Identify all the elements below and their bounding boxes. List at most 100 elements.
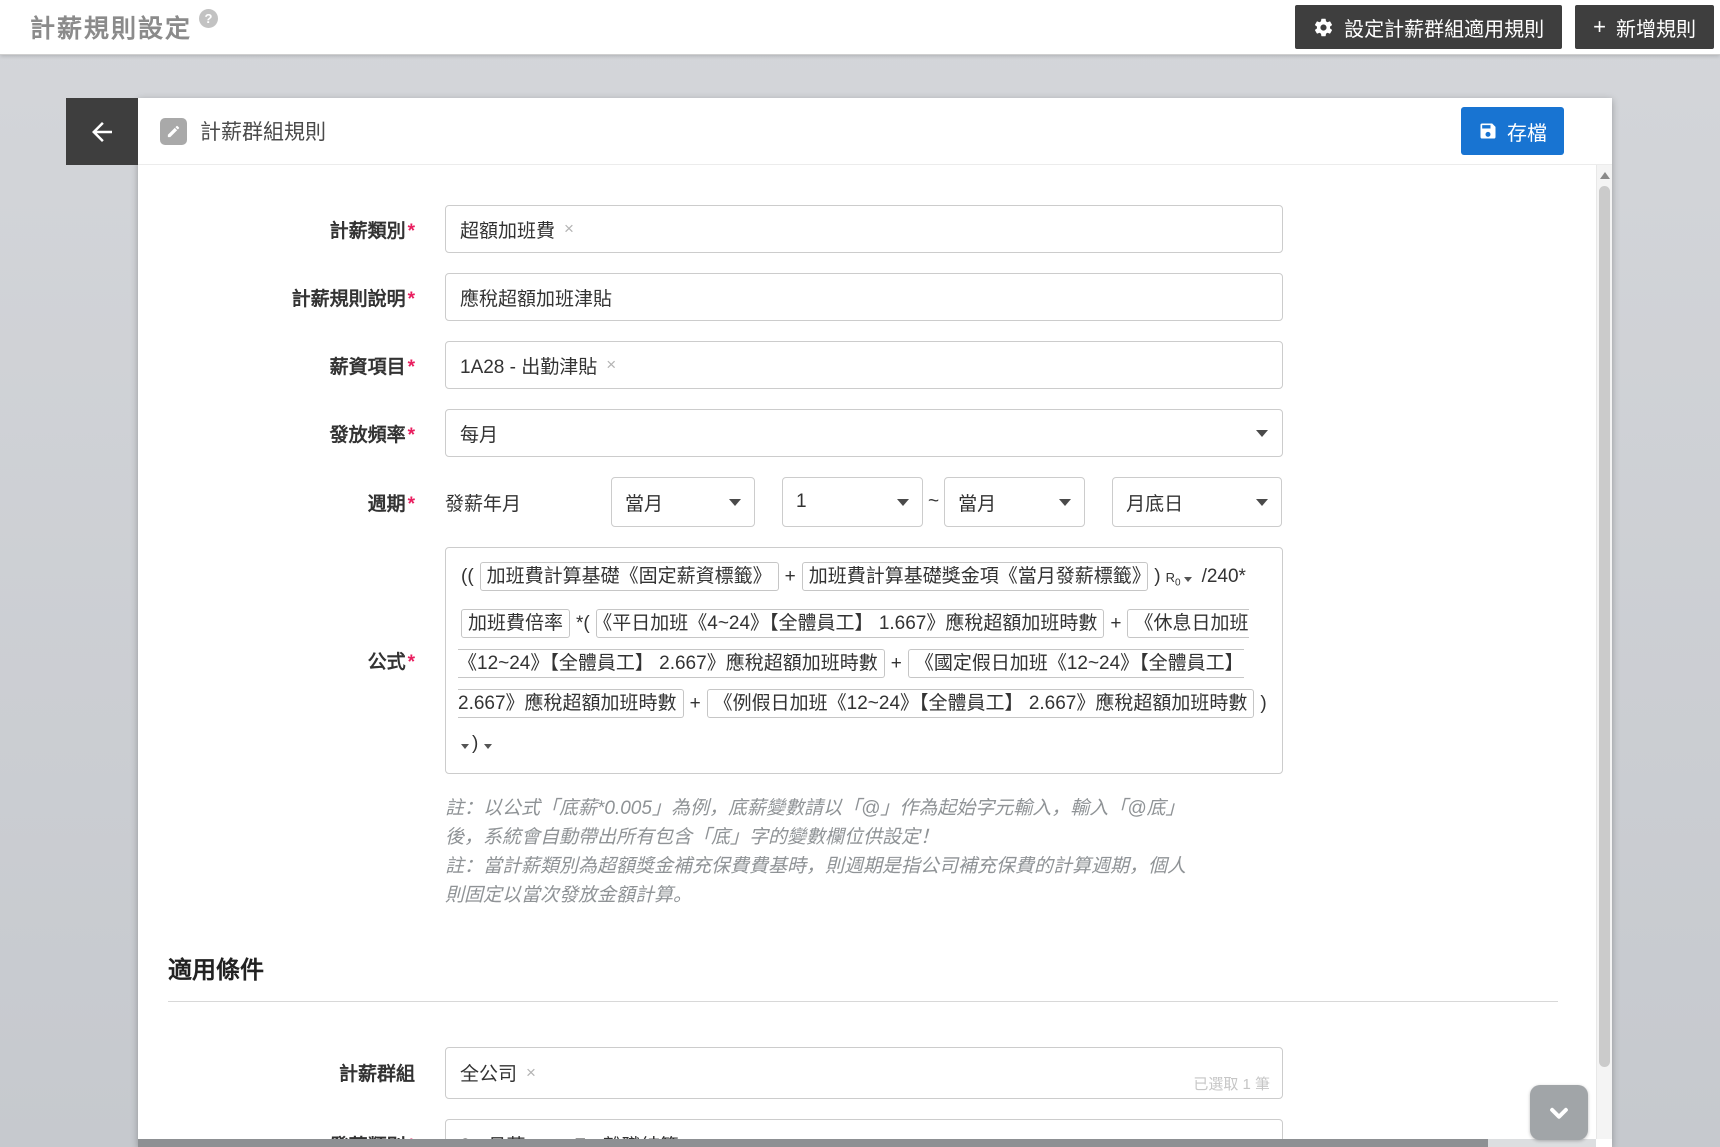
remove-chip-icon[interactable]: ×	[606, 355, 616, 375]
row-salary-item: 薪資項目 * 1A28 - 出勤津貼 ×	[138, 341, 1596, 389]
formula-label: 公式 *	[367, 651, 415, 673]
formula-paren[interactable]: )	[472, 733, 478, 754]
pay-group-label: 計薪群組	[338, 1064, 415, 1086]
salary-item-label: 薪資項目 *	[329, 356, 415, 378]
rule-desc-value: 應稅超額加班津貼	[460, 288, 613, 310]
topbar-buttons: 設定計薪群組適用規則 + 新增規則	[1295, 5, 1716, 49]
set-group-rules-button[interactable]: 設定計薪群組適用規則	[1295, 5, 1563, 49]
required-asterisk: *	[407, 651, 415, 673]
formula-variable-chip[interactable]: 《例假日加班《12~24》【全體員工】 2.667》應稅超額加班時數	[706, 688, 1255, 718]
conditions-section-header: 適用條件	[168, 950, 1596, 1002]
chevron-down-icon	[461, 743, 469, 749]
help-icon[interactable]: ?	[199, 8, 219, 28]
horizontal-scrollbar[interactable]	[138, 1139, 1596, 1147]
scroll-down-button[interactable]	[1530, 1085, 1588, 1140]
chevron-down-icon	[1183, 577, 1192, 582]
chevron-down-icon	[1544, 1098, 1574, 1128]
chevron-down-icon	[729, 498, 741, 506]
scroll-up-icon[interactable]	[1599, 172, 1610, 179]
add-rule-button[interactable]: + 新增規則	[1575, 5, 1714, 49]
period-end-month-select[interactable]: 當月	[944, 477, 1086, 527]
remove-chip-icon[interactable]: ×	[564, 219, 574, 239]
period-separator: ~	[928, 491, 940, 512]
row-rule-desc: 計薪規則說明 * 應稅超額加班津貼	[138, 273, 1596, 321]
required-asterisk: *	[407, 493, 415, 515]
formula-notes: 註：以公式「底薪*0.005」為例，底薪變數請以「@」作為起始字元輸入，輸入「@…	[445, 794, 1190, 910]
rounding-selector[interactable]: R0	[1166, 570, 1192, 589]
formula-editor[interactable]: ((加班費計算基礎《固定薪資標籤》 + 加班費計算基礎獎金項《當月發薪標籤》) R0/…	[445, 547, 1283, 774]
page-title: 計薪規則設定	[30, 15, 193, 43]
formula-text: *(	[576, 612, 590, 634]
pay-group-chip: 全公司 ×	[460, 1062, 536, 1086]
chevron-down-icon	[897, 498, 909, 506]
salary-item-chip: 1A28 - 出勤津貼 ×	[460, 355, 617, 378]
required-asterisk: *	[407, 356, 415, 378]
row-pay-type: 發薪類別* 0 - 月薪 × Z - 離職結算 × 已選取 2 筆	[138, 1118, 1596, 1139]
period-prefix-label: 發薪年月	[445, 493, 522, 515]
formula-operator: +	[890, 652, 902, 674]
rule-panel: 計薪群組規則 存檔 計薪類別 * 超額加班費 × 計薪規則說明 * 應稅超額加班…	[138, 98, 1612, 1147]
required-asterisk: *	[407, 220, 415, 242]
pay-category-multiselect[interactable]: 超額加班費 ×	[445, 205, 1283, 253]
chevron-down-icon	[1256, 429, 1268, 437]
formula-operator: +	[689, 692, 701, 714]
pay-category-label: 計薪類別 *	[329, 220, 415, 242]
required-asterisk: *	[407, 424, 415, 446]
row-pay-category: 計薪類別 * 超額加班費 ×	[138, 205, 1596, 253]
remove-chip-icon[interactable]: ×	[526, 1063, 536, 1083]
vertical-scrollbar[interactable]	[1596, 165, 1612, 1139]
formula-text: ((	[461, 566, 474, 587]
formula-text: )	[1154, 566, 1161, 587]
frequency-label: 發放頻率 *	[329, 424, 415, 446]
add-rule-label: 新增規則	[1616, 18, 1696, 41]
set-group-rules-label: 設定計薪群組適用規則	[1344, 18, 1545, 41]
top-bar: 計薪規則設定 ? 設定計薪群組適用規則 + 新增規則	[0, 0, 1720, 55]
arrow-left-icon	[87, 117, 117, 147]
selected-count: 已選取 1 筆	[1193, 1075, 1270, 1093]
conditions-section-title: 適用條件	[168, 956, 264, 984]
formula-variable-chip[interactable]: 加班費倍率	[461, 608, 571, 638]
rule-desc-label: 計薪規則說明 *	[291, 288, 415, 310]
required-asterisk: *	[407, 288, 415, 310]
pay-type-multiselect[interactable]: 0 - 月薪 × Z - 離職結算 × 已選取 2 筆	[445, 1118, 1283, 1139]
formula-variable-chip[interactable]: 加班費計算基礎獎金項《當月發薪標籤》	[801, 562, 1149, 591]
formula-paren[interactable]: )	[1260, 693, 1266, 714]
salary-item-multiselect[interactable]: 1A28 - 出勤津貼 ×	[445, 341, 1283, 389]
chevron-down-icon	[484, 743, 493, 749]
save-floppy-icon	[1478, 121, 1498, 141]
save-button-label: 存檔	[1507, 122, 1547, 145]
pay-group-multiselect[interactable]: 全公司 × 已選取 1 筆	[445, 1046, 1283, 1099]
frequency-select[interactable]: 每月	[445, 409, 1283, 457]
save-button[interactable]: 存檔	[1461, 107, 1564, 155]
formula-variable-chip[interactable]: 加班費計算基礎《固定薪資標籤》	[479, 562, 779, 591]
chevron-down-icon	[1256, 498, 1269, 506]
chevron-down-icon	[1059, 498, 1072, 506]
period-label: 週期 *	[367, 493, 415, 515]
formula-operator: +	[1110, 612, 1122, 634]
formula-note-2: 註：當計薪類別為超額獎金補充保費費基時，則週期是指公司補充保費的計算週期，個人則…	[445, 855, 1187, 906]
formula-note-1: 註：以公式「底薪*0.005」為例，底薪變數請以「@」作為起始字元輸入，輸入「@…	[445, 797, 1185, 848]
pay-type-chip: 0 - 月薪 ×	[460, 1131, 544, 1139]
vertical-scrollbar-thumb[interactable]	[1599, 186, 1610, 1067]
section-divider	[168, 1000, 1558, 1002]
row-pay-group: 計薪群組 全公司 × 已選取 1 筆	[138, 1046, 1596, 1099]
period-start-month-select[interactable]: 當月	[611, 477, 755, 527]
period-start-day-select[interactable]: 1	[782, 477, 923, 527]
formula-text: /240*	[1201, 566, 1246, 587]
period-end-day-select[interactable]: 月底日	[1112, 477, 1283, 527]
frequency-value: 每月	[460, 424, 499, 446]
formula-variable-chip[interactable]: 《平日加班《4~24》【全體員工】 1.667》應稅超額加班時數	[595, 608, 1105, 638]
pay-category-chip: 超額加班費 ×	[460, 219, 574, 242]
gear-icon	[1313, 17, 1334, 38]
panel-title: 計薪群組規則	[200, 121, 326, 144]
back-button[interactable]	[66, 98, 138, 165]
pay-type-label: 發薪類別*	[138, 1131, 445, 1139]
rule-desc-input[interactable]: 應稅超額加班津貼	[445, 273, 1283, 321]
formula-operator: +	[784, 566, 796, 587]
pay-type-chip: Z - 離職結算 ×	[574, 1131, 697, 1139]
edit-pencil-icon	[160, 117, 187, 145]
row-frequency: 發放頻率 * 每月	[138, 409, 1596, 457]
horizontal-scrollbar-thumb[interactable]	[138, 1139, 1488, 1147]
panel-body: 計薪類別 * 超額加班費 × 計薪規則說明 * 應稅超額加班津貼 薪資項目 * …	[138, 165, 1596, 1139]
panel-header: 計薪群組規則 存檔	[138, 98, 1612, 165]
